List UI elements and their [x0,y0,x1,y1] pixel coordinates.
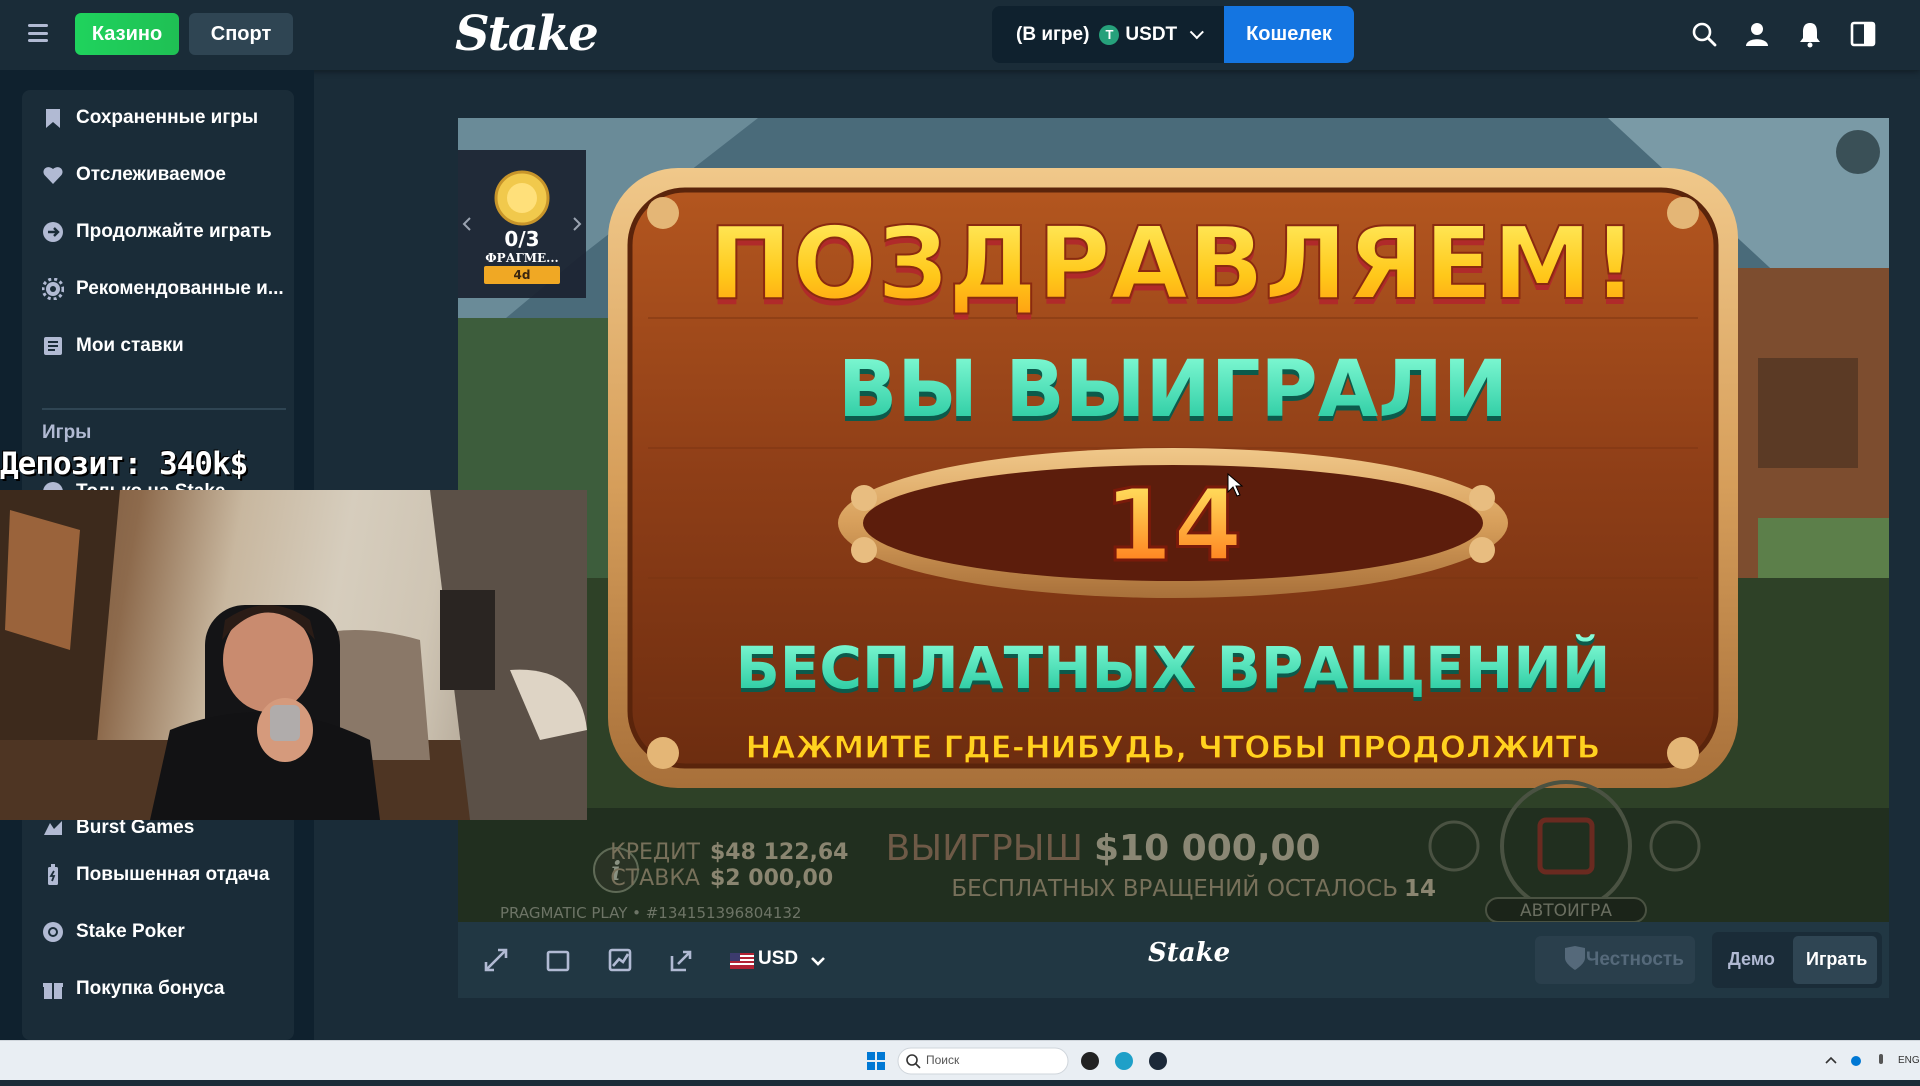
edge-icon[interactable] [1115,1052,1133,1070]
gear-icon [42,278,64,300]
stats-icon[interactable] [608,948,632,972]
bookmark-icon [46,109,60,128]
arrow-circle-icon [43,222,63,242]
battery-icon [48,864,58,885]
sidebar-item-saved-games[interactable]: Сохраненные игры [42,98,292,138]
stake-logo[interactable]: Stake [455,6,599,62]
chevron-down-icon [1189,24,1205,39]
bet-value: $2 000,00 [710,866,833,891]
sidebar-item-label: Сохраненные игры [76,107,259,128]
fragments-label: ФРАГМЕ... [485,251,558,265]
casino-button[interactable]: Казино [75,13,179,55]
sidebar-item-label: Повышенная отдача [76,864,270,885]
usdt-coin-icon: T [1099,24,1120,45]
credit-value: $48 122,64 [710,840,848,865]
search-icon[interactable] [1690,20,1718,48]
sidebar-item-label: Рекомендованные и... [76,278,284,299]
top-bar: Казино Спорт Stake (В игре) T USDT Кошел… [0,0,1920,70]
coin-inner-icon [507,183,537,213]
fragments-count: 0/3 [504,227,539,251]
sport-button[interactable]: Спорт [189,13,293,55]
poker-chip-icon [43,922,63,942]
balance-currency: USDT [1125,23,1178,45]
credit-label: КРЕДИТ [610,840,700,865]
mic-icon[interactable] [1879,1054,1883,1064]
play-button[interactable]: Играть [1806,949,1867,970]
bet-label: СТАВКА [610,866,700,891]
gift-icon [43,983,63,999]
language-indicator[interactable]: ENG [1898,1055,1920,1066]
spins-left-label: БЕСПЛАТНЫХ ВРАЩЕНИЙ ОСТАЛОСЬ [951,874,1398,902]
app-icon[interactable] [1081,1052,1099,1070]
sidebar-item-recommended[interactable]: Рекомендованные и... [42,269,292,309]
fragments-timer: 4d [514,268,531,282]
win-value: $10 000,00 [1094,828,1321,869]
usa-flag-icon [730,953,754,969]
sidebar-item-label: Мои ставки [76,335,184,356]
congrats-text: ПОЗДРАВЛЯЕМ! [708,205,1637,322]
sidebar-item-bonus-buy[interactable]: Покупка бонуса [42,969,292,1009]
theatre-mode-icon[interactable] [546,950,570,972]
currency-selector[interactable]: USD [758,948,798,970]
currency-chevron-down-icon[interactable] [811,957,825,966]
provider-id: PRAGMATIC PLAY • #134151396804132 [500,904,801,922]
wallet-button[interactable]: Кошелек [1224,6,1354,63]
taskbar-search-placeholder: Поиск [926,1053,960,1067]
os-taskbar: Поиск ENG [0,1040,1920,1080]
balance-selector[interactable]: (В игре) T USDT [992,6,1224,63]
win-label: ВЫИГРЫШ [886,828,1083,869]
spins-count: 14 [1103,467,1242,584]
sidebar-item-my-bets[interactable]: Мои ставки [42,326,292,366]
bluetooth-icon[interactable] [1851,1056,1861,1066]
sidebar-item-high-rtp[interactable]: Повышенная отдача [42,855,292,895]
balance-label: (В игре) [1016,23,1090,45]
menu-icon[interactable] [28,24,48,42]
sidebar-item-continue[interactable]: Продолжайте играть [42,212,292,252]
game-scene[interactable]: ПОЗДРАВЛЯЕМ! ПОЗДРАВЛЯЕМ! ВЫ ВЫИГРАЛИ ВЫ… [458,118,1889,922]
user-icon[interactable] [1743,20,1771,48]
sidebar-divider [42,408,286,410]
sidebar-item-label: Покупка бонуса [76,978,225,999]
deposit-overlay-text: Депозит: 340k$ [0,446,248,482]
toolbar-stake-logo: Stake [1148,938,1231,968]
you-won-text: ВЫ ВЫИГРАЛИ [838,345,1508,435]
popout-icon[interactable] [670,950,692,972]
click-continue-text: НАЖМИТЕ ГДЕ-НИБУДЬ, ЧТОБЫ ПРОДОЛЖИТЬ [746,730,1601,766]
list-icon [44,337,62,355]
game-sound-button[interactable] [1836,130,1880,174]
game-toolbar: USD Stake Честность Демо Играть [458,922,1889,998]
tray-chevron-icon[interactable] [1825,1056,1837,1064]
free-spins-text: БЕСПЛАТНЫХ ВРАЩЕНИЙ [736,633,1611,702]
demo-button[interactable]: Демо [1728,949,1775,970]
taskbar-search-box[interactable] [897,1047,1069,1075]
sidebar-toggle-icon[interactable] [1849,20,1877,48]
autoplay-label: АВТОИГРА [1520,901,1612,921]
sidebar-item-label: Продолжайте играть [76,221,272,242]
fullscreen-icon[interactable] [484,948,508,972]
webcam-image [0,490,587,820]
sidebar-item-label: Stake Poker [76,921,185,942]
sidebar-item-stake-poker[interactable]: Stake Poker [42,912,292,952]
sidebar-item-label: Burst Games [76,817,195,838]
bell-icon[interactable] [1796,20,1824,48]
sidebar-item-followed[interactable]: Отслеживаемое [42,155,292,195]
sidebar-item-label: Отслеживаемое [76,164,226,185]
heart-icon [43,167,63,184]
game-frame[interactable]: ПОЗДРАВЛЯЕМ! ПОЗДРАВЛЯЕМ! ВЫ ВЫИГРАЛИ ВЫ… [458,118,1889,922]
burst-icon [44,821,62,835]
webcam-overlay [0,490,587,820]
steam-icon[interactable] [1149,1052,1167,1070]
taskbar-graphics [867,1047,1883,1075]
sidebar-games-heading: Игры [42,422,92,443]
spins-left-value: 14 [1404,876,1436,902]
windows-start-icon[interactable] [867,1052,885,1070]
fairness-label[interactable]: Честность [1586,949,1684,971]
